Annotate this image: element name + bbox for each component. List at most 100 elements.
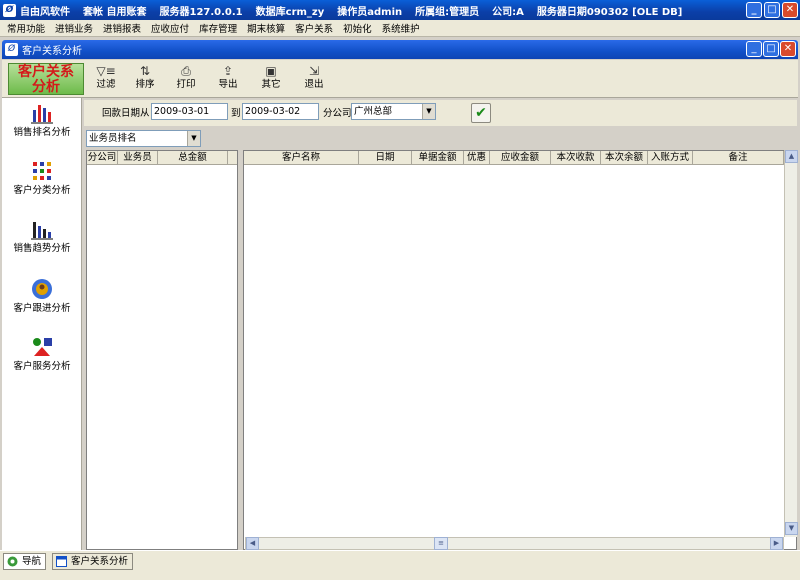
menu-item[interactable]: 进销报表 bbox=[98, 21, 146, 35]
globe-person-icon bbox=[32, 279, 52, 299]
confirm-button[interactable]: ✔ bbox=[471, 103, 491, 123]
print-button[interactable]: ⎙ 打印 bbox=[164, 63, 208, 96]
export-button[interactable]: ⇪ 导出 bbox=[206, 63, 250, 96]
other-label: 其它 bbox=[261, 79, 281, 90]
column-header[interactable]: 本次余额 bbox=[601, 151, 648, 165]
nav-item-label: 客户服务分析 bbox=[13, 361, 71, 372]
date-from-label: 回款日期从 bbox=[102, 108, 150, 119]
sort-button[interactable]: ⇅ 排序 bbox=[123, 63, 167, 96]
grid-header: 分公司 业务员 总金额 bbox=[87, 151, 237, 165]
close-button[interactable]: ✕ bbox=[782, 2, 798, 18]
child-window-title-bar: Ø 客户关系分析 _ □ ✕ bbox=[2, 40, 798, 59]
nav-item-sales-ranking[interactable]: 销售排名分析 bbox=[6, 102, 78, 138]
scroll-thumb[interactable]: ≡ bbox=[434, 537, 448, 550]
filter-label: 过滤 bbox=[96, 79, 116, 90]
date-to-field[interactable]: 2009-03-02 bbox=[242, 103, 319, 120]
menu-item[interactable]: 系统维护 bbox=[377, 21, 425, 35]
column-header[interactable]: 分公司 bbox=[87, 151, 118, 165]
nav-item-customer-service[interactable]: 客户服务分析 bbox=[6, 336, 78, 372]
title-segment: 操作员admin bbox=[337, 6, 403, 18]
menu-item[interactable]: 库存管理 bbox=[194, 21, 242, 35]
bar-chart-icon bbox=[31, 105, 53, 124]
nav-item-customer-category[interactable]: 客户分类分析 bbox=[6, 160, 78, 196]
filter-icon: ▽≡ bbox=[96, 64, 116, 78]
title-segment: 公司:A bbox=[492, 6, 524, 18]
vertical-scrollbar[interactable]: ▲ ▼ bbox=[784, 150, 798, 537]
horizontal-scrollbar[interactable]: ◀ ≡ ▶ bbox=[245, 537, 784, 550]
column-header[interactable]: 应收金额 bbox=[490, 151, 551, 165]
ranking-grid[interactable]: 分公司 业务员 总金额 bbox=[86, 150, 238, 550]
window-title: 客户关系分析 bbox=[22, 46, 82, 57]
column-header[interactable]: 备注 bbox=[693, 151, 784, 165]
window-logo-icon: Ø bbox=[5, 43, 18, 56]
nav-item-label: 客户跟进分析 bbox=[13, 303, 71, 314]
nav-item-sales-trend[interactable]: 销售趋势分析 bbox=[6, 218, 78, 254]
child-maximize-button[interactable]: □ bbox=[763, 41, 779, 57]
scroll-up-icon[interactable]: ▲ bbox=[785, 150, 798, 163]
print-label: 打印 bbox=[176, 79, 196, 90]
child-minimize-button[interactable]: _ bbox=[746, 41, 762, 57]
column-header[interactable]: 客户名称 bbox=[244, 151, 359, 165]
column-header[interactable]: 单据金额 bbox=[412, 151, 464, 165]
window-icon bbox=[56, 556, 67, 567]
sort-icon: ⇅ bbox=[139, 64, 151, 78]
menu-item[interactable]: 客户关系 bbox=[290, 21, 338, 35]
ranking-select[interactable]: 业务员排名 bbox=[86, 130, 201, 147]
branch-value: 广州总部 bbox=[354, 106, 393, 117]
minimize-button[interactable]: _ bbox=[746, 2, 762, 18]
tab-label: 导航 bbox=[22, 556, 42, 567]
tab-label: 客户关系分析 bbox=[71, 556, 129, 567]
scroll-down-icon[interactable]: ▼ bbox=[785, 522, 798, 535]
banner-line: 客户关系 bbox=[18, 64, 74, 80]
detail-grid[interactable]: 客户名称 日期 单据金额 优惠 应收金额 本次收款 本次余额 入账方式 备注 bbox=[243, 150, 797, 550]
menu-item[interactable]: 进销业务 bbox=[50, 21, 98, 35]
title-segment: 套帐 自用账套 bbox=[83, 6, 147, 18]
nav-item-customer-followup[interactable]: 客户跟进分析 bbox=[6, 278, 78, 314]
exit-icon: ⇲ bbox=[308, 64, 320, 78]
tab-navigation[interactable]: 导航 bbox=[3, 553, 47, 570]
ranking-value: 业务员排名 bbox=[89, 133, 137, 144]
maximize-button[interactable]: □ bbox=[764, 2, 780, 18]
tab-customer-analysis[interactable]: 客户关系分析 bbox=[52, 553, 134, 570]
column-header[interactable]: 业务员 bbox=[118, 151, 158, 165]
other-button[interactable]: ▣ 其它 bbox=[249, 63, 293, 96]
grid-dots-icon bbox=[33, 162, 51, 180]
scroll-left-icon[interactable]: ◀ bbox=[246, 537, 259, 550]
chevron-down-icon[interactable]: ▼ bbox=[422, 104, 435, 119]
nav-item-label: 客户分类分析 bbox=[13, 185, 71, 196]
shapes-icon bbox=[33, 338, 52, 356]
other-icon: ▣ bbox=[265, 64, 277, 78]
nav-item-label: 销售趋势分析 bbox=[13, 243, 71, 254]
printer-icon: ⎙ bbox=[181, 64, 191, 78]
menu-item[interactable]: 应收应付 bbox=[146, 21, 194, 35]
title-segment: 服务器127.0.0.1 bbox=[159, 6, 243, 18]
title-segment: 所属组:管理员 bbox=[415, 6, 480, 18]
column-header[interactable]: 日期 bbox=[359, 151, 412, 165]
check-icon: ✔ bbox=[475, 105, 487, 121]
column-header[interactable]: 本次收款 bbox=[551, 151, 601, 165]
date-from-field[interactable]: 2009-03-01 bbox=[151, 103, 228, 120]
scroll-right-icon[interactable]: ▶ bbox=[770, 537, 783, 550]
filter-button[interactable]: ▽≡ 过滤 bbox=[84, 63, 128, 96]
menu-bar: 常用功能 进销业务 进销报表 应收应付 库存管理 期末核算 客户关系 初始化 系… bbox=[0, 20, 800, 37]
child-close-button[interactable]: ✕ bbox=[780, 41, 796, 57]
branch-label: 分公司 bbox=[323, 108, 352, 119]
chevron-down-icon[interactable]: ▼ bbox=[187, 131, 200, 146]
title-segment: 数据库crm_zy bbox=[255, 6, 325, 18]
banner-line: 分析 bbox=[32, 79, 60, 95]
nav-icon bbox=[7, 556, 18, 567]
column-header[interactable]: 入账方式 bbox=[648, 151, 693, 165]
column-header[interactable]: 优惠 bbox=[464, 151, 490, 165]
exit-button[interactable]: ⇲ 退出 bbox=[292, 63, 336, 96]
date-to-label: 到 bbox=[231, 108, 241, 119]
menu-item[interactable]: 常用功能 bbox=[2, 21, 50, 35]
trend-chart-icon bbox=[31, 222, 53, 240]
menu-item[interactable]: 期末核算 bbox=[242, 21, 290, 35]
menu-item[interactable]: 初始化 bbox=[338, 21, 377, 35]
column-header[interactable]: 总金额 bbox=[158, 151, 228, 165]
grid-header: 客户名称 日期 单据金额 优惠 应收金额 本次收款 本次余额 入账方式 备注 bbox=[244, 151, 796, 165]
title-segment: 服务器日期090302 [OLE DB] bbox=[536, 6, 683, 18]
app-logo-icon: Ø bbox=[3, 3, 16, 17]
export-icon: ⇪ bbox=[222, 64, 234, 78]
module-banner: 客户关系 分析 bbox=[8, 63, 84, 95]
